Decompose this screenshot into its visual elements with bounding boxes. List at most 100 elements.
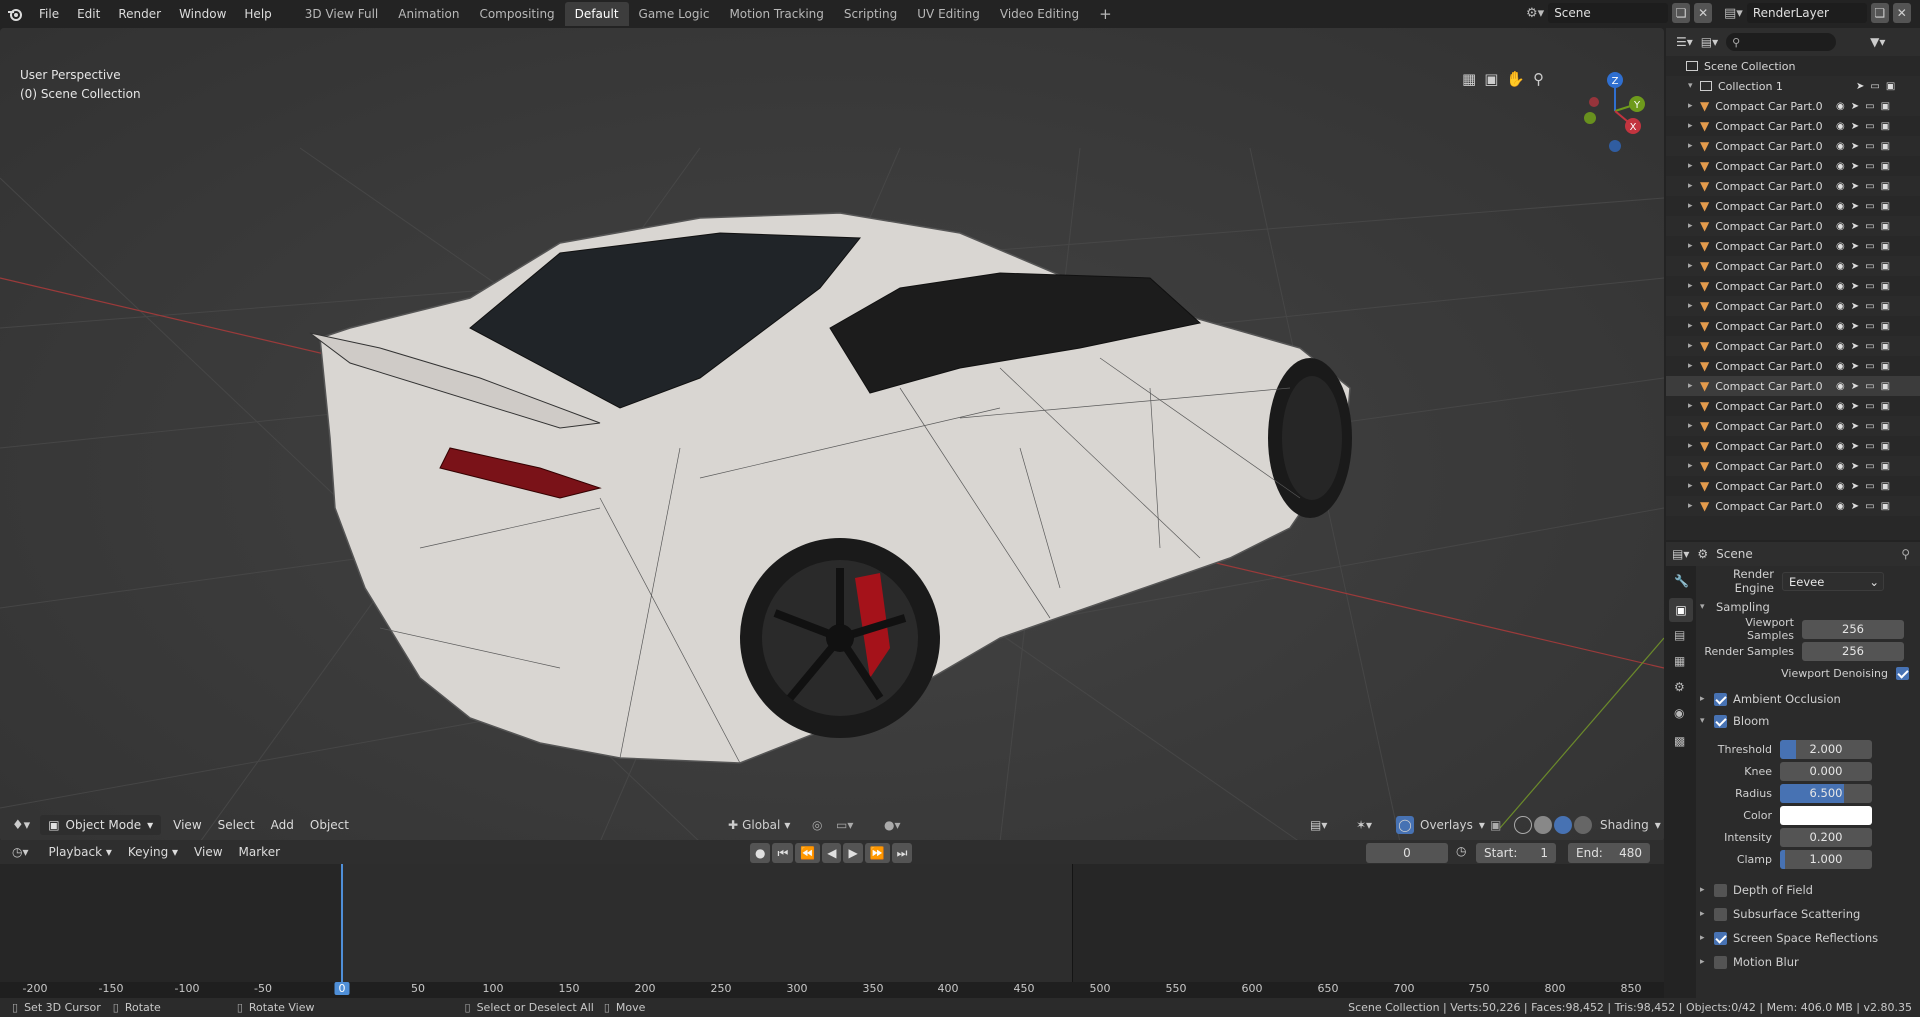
select-arrow-icon[interactable]: ➤ [1851,321,1859,332]
render-camera-icon[interactable]: ▣ [1881,361,1890,372]
blender-logo-icon[interactable] [0,0,30,28]
outliner-search-input[interactable]: ⚲ [1726,33,1837,51]
outliner-object-row[interactable]: ▸ ▼ Compact Car Part.00 ◉ ➤ ▭ ▣ [1666,96,1920,116]
render-camera-icon[interactable]: ▣ [1881,261,1890,272]
output-tab-icon[interactable]: ▤ [1674,628,1685,642]
tab-animation[interactable]: Animation [388,2,469,26]
expand-icon[interactable]: ▸ [1688,161,1700,171]
select-arrow-icon[interactable]: ➤ [1851,121,1859,132]
render-camera-icon[interactable]: ▣ [1881,421,1890,432]
expand-icon[interactable]: ▸ [1688,441,1700,451]
start-frame-field[interactable]: Start: 1 [1476,843,1556,863]
timeline-editor-icon[interactable]: ◷▾ [12,845,29,859]
bloom-checkbox[interactable] [1714,714,1727,728]
scene-icon[interactable]: ⚙▾ [1526,6,1544,21]
expand-icon[interactable]: ▸ [1688,121,1700,131]
render-camera-icon[interactable]: ▣ [1881,321,1890,332]
tab-uv-editing[interactable]: UV Editing [907,2,990,26]
eye-icon[interactable]: ◉ [1836,241,1845,252]
select-arrow-icon[interactable]: ➤ [1851,281,1859,292]
threshold-slider[interactable]: 2.000 [1780,739,1872,759]
outliner-object-row[interactable]: ▸ ▼ Compact Car Part.01 ◉ ➤ ▭ ▣ [1666,216,1920,236]
outliner-object-row[interactable]: ▸ ▼ Compact Car Part.03 ◉ ➤ ▭ ▣ [1666,436,1920,456]
viewport-display-icon[interactable]: ▭ [1865,181,1874,192]
camera-icon[interactable]: ▣ [1484,70,1498,88]
texture-tab-icon[interactable]: ▩ [1674,734,1685,748]
select-arrow-icon[interactable]: ➤ [1856,81,1864,92]
expand-icon[interactable]: ▸ [1688,261,1700,271]
eye-icon[interactable]: ◉ [1836,161,1845,172]
material-shading-icon[interactable] [1554,816,1572,834]
outliner-editor-icon[interactable]: ☰▾ [1676,35,1693,49]
delete-layer-icon[interactable]: ✕ [1892,3,1911,23]
3d-viewport[interactable]: User Perspective (0) Scene Collection ▦ … [0,28,1664,842]
eye-icon[interactable]: ◉ [1836,261,1845,272]
viewport-display-icon[interactable]: ▭ [1865,501,1874,512]
expand-icon[interactable]: ▸ [1688,141,1700,151]
world-tab-icon[interactable]: ◉ [1674,706,1684,720]
expand-icon[interactable]: ▸ [1688,221,1700,231]
expand-icon[interactable]: ▸ [1688,381,1700,391]
xray-icon[interactable]: ▣ [1490,818,1501,832]
eye-icon[interactable]: ◉ [1836,101,1845,112]
editor-type-icon[interactable]: ♦▾ [12,818,30,833]
menu-help[interactable]: Help [235,0,280,28]
timeline-menu-view[interactable]: View [186,842,230,862]
timeline-menu-keying[interactable]: Keying ▾ [120,842,186,862]
copy-scene-icon[interactable]: ❏ [1672,3,1691,23]
outliner-object-row[interactable]: ▸ ▼ Compact Car Part.04 ◉ ➤ ▭ ▣ [1666,476,1920,496]
tab-default[interactable]: Default [564,2,629,26]
timeline-menu-marker[interactable]: Marker [231,842,288,862]
view-layer-tab-icon[interactable]: ▦ [1674,654,1685,668]
view-object-types-icon[interactable]: ▤▾ [1310,818,1327,832]
render-camera-icon[interactable]: ▣ [1886,81,1895,92]
viewport-display-icon[interactable]: ▭ [1865,401,1874,412]
outliner-object-row[interactable]: ▸ ▼ Compact Car Part.02 ◉ ➤ ▭ ▣ [1666,356,1920,376]
play-reverse-button[interactable]: ◀ [822,843,842,863]
tab-scripting[interactable]: Scripting [834,2,907,26]
expand-icon[interactable]: ▸ [1688,461,1700,471]
view-layer-field[interactable]: RenderLayer [1746,3,1867,23]
render-tab-icon[interactable]: ▣ [1669,598,1693,622]
eye-icon[interactable]: ◉ [1836,441,1845,452]
select-arrow-icon[interactable]: ➤ [1851,261,1859,272]
outliner-object-row[interactable]: ▸ ▼ Compact Car Part.01 ◉ ➤ ▭ ▣ [1666,276,1920,296]
render-camera-icon[interactable]: ▣ [1881,281,1890,292]
select-arrow-icon[interactable]: ➤ [1851,481,1859,492]
tab-video-editing[interactable]: Video Editing [990,2,1089,26]
rendered-shading-icon[interactable] [1574,816,1592,834]
expand-icon[interactable]: ▸ [1688,501,1700,511]
ssr-checkbox[interactable] [1714,931,1727,945]
motion-blur-checkbox[interactable] [1714,955,1727,969]
viewport-display-icon[interactable]: ▭ [1865,341,1874,352]
eye-icon[interactable]: ◉ [1836,361,1845,372]
viewport-display-icon[interactable]: ▭ [1865,281,1874,292]
jump-keyframe-forward-button[interactable]: ⏩ [864,843,890,863]
outliner-object-row[interactable]: ▸ ▼ Compact Car Part.01 ◉ ➤ ▭ ▣ [1666,296,1920,316]
subsurface-checkbox[interactable] [1714,907,1727,921]
copy-layer-icon[interactable]: ❏ [1870,3,1889,23]
outliner-object-row[interactable]: ▸ ▼ Compact Car Part.01 ◉ ➤ ▭ ▣ [1666,256,1920,276]
transform-orientation[interactable]: ✚ Global ▾ [728,818,790,832]
eye-icon[interactable]: ◉ [1836,341,1845,352]
filter-icon[interactable]: ▼▾ [1870,35,1885,49]
render-camera-icon[interactable]: ▣ [1881,341,1890,352]
expand-icon[interactable]: ▾ [1688,81,1700,91]
viewport-display-icon[interactable]: ▭ [1865,481,1874,492]
viewport-display-icon[interactable]: ▭ [1865,261,1874,272]
render-camera-icon[interactable]: ▣ [1881,501,1890,512]
expand-icon[interactable]: ▸ [1688,181,1700,191]
select-arrow-icon[interactable]: ➤ [1851,361,1859,372]
expand-icon[interactable]: ▸ [1688,481,1700,491]
select-arrow-icon[interactable]: ➤ [1851,141,1859,152]
shading-dropdown[interactable]: Shading ▾ [1600,818,1661,832]
eye-icon[interactable]: ◉ [1836,421,1845,432]
eye-icon[interactable]: ◉ [1836,281,1845,292]
intensity-slider[interactable]: 0.200 [1780,827,1872,847]
viewport-display-icon[interactable]: ▭ [1865,121,1874,132]
record-button[interactable]: ● [750,843,771,863]
expand-icon[interactable]: ▸ [1688,241,1700,251]
outliner-object-row[interactable]: ▸ ▼ Compact Car Part.00 ◉ ➤ ▭ ▣ [1666,176,1920,196]
jump-keyframe-back-button[interactable]: ⏪ [795,843,821,863]
object-mode-dropdown[interactable]: ▣ Object Mode ▾ [40,815,162,835]
